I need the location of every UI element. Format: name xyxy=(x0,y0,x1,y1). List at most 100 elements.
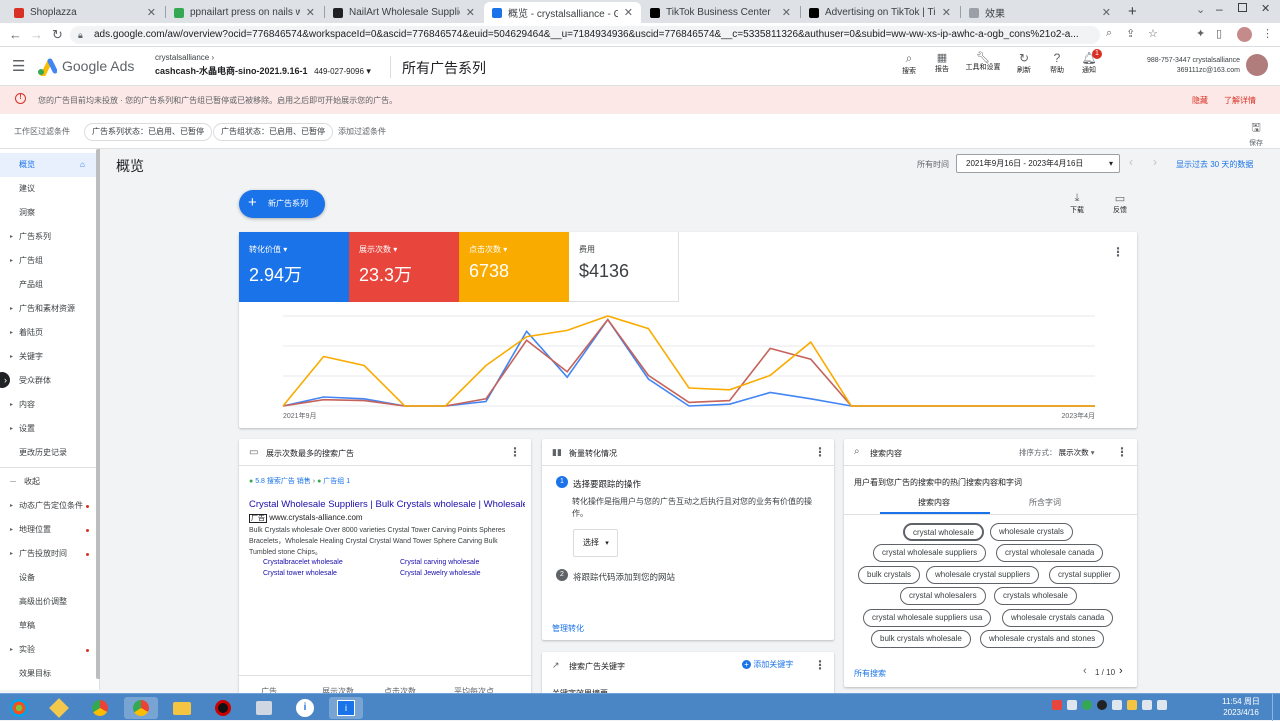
close-icon[interactable]: ✕ xyxy=(147,6,156,19)
ime-icon[interactable] xyxy=(1052,700,1062,710)
filter-chip-campaign-status[interactable]: 广告系列状态：已启用、已暂停 xyxy=(84,123,212,141)
side-panel-icon[interactable]: ▯ xyxy=(1216,27,1222,40)
close-icon[interactable]: ✕ xyxy=(942,6,951,19)
kpi-conversion-value[interactable]: 转化价值 ▾ 2.94万 xyxy=(239,232,349,302)
help-tool[interactable]: ? 帮助 xyxy=(1043,51,1071,75)
sidebar-item[interactable]: — 收起 xyxy=(0,470,96,494)
chevron-right-icon[interactable]: › xyxy=(1119,665,1123,677)
notifications-tool[interactable]: 🔔︎ 通知 1 xyxy=(1075,49,1103,75)
taskbar-app[interactable]: i xyxy=(329,697,363,719)
search-term-chip[interactable]: wholesale crystals and stones xyxy=(980,630,1105,648)
close-icon[interactable]: ✕ xyxy=(624,6,633,19)
start-button[interactable] xyxy=(2,697,36,719)
minimize-icon[interactable]: – xyxy=(1216,2,1223,16)
sidebar-item[interactable]: ▸ 内容 xyxy=(0,393,96,417)
show-desktop-button[interactable] xyxy=(1272,694,1280,721)
new-tab-icon[interactable]: + xyxy=(1128,3,1137,20)
clock[interactable]: 11:54 周日 2023/4/16 xyxy=(1218,696,1264,718)
select-action-dropdown[interactable]: 选择 ▾ xyxy=(573,529,618,557)
close-icon[interactable]: ✕ xyxy=(1102,6,1111,19)
all-searches-link[interactable]: 所有搜索 xyxy=(854,668,886,679)
account-switcher[interactable]: crystalsalliance › cashcash-水晶电商-sino-20… xyxy=(155,53,385,77)
last-30-days-link[interactable]: 显示过去 30 天的数据 xyxy=(1176,159,1253,170)
share-icon[interactable]: ⇪ xyxy=(1126,27,1135,40)
hamburger-menu-icon[interactable]: ☰ xyxy=(12,57,25,75)
sitelink[interactable]: Crystal carving wholesale xyxy=(400,559,479,566)
sidebar-item[interactable]: ▸ 广告组 xyxy=(0,249,96,273)
kpi-impressions[interactable]: 展示次数 ▾ 23.3万 xyxy=(349,232,459,302)
network-icon[interactable] xyxy=(1142,700,1152,710)
refresh-tool[interactable]: ↻ 刷新 xyxy=(1010,51,1038,75)
search-term-chip[interactable]: crystal wholesale suppliers xyxy=(873,544,987,562)
search-term-chip[interactable]: wholesale crystal suppliers xyxy=(926,566,1040,584)
download-button[interactable]: ⤓ 下载 xyxy=(1066,192,1088,215)
browser-menu-icon[interactable]: ⋮ xyxy=(1262,27,1273,40)
save-button[interactable]: 🖫︎ 保存 xyxy=(1245,119,1267,148)
add-keyword-button[interactable]: + 添加关键字 xyxy=(742,659,793,670)
browser-tab[interactable]: TikTok Business Center ✕ xyxy=(642,2,799,23)
chevron-left-icon[interactable]: ‹ xyxy=(1083,665,1087,677)
browser-tab[interactable]: ppnailart press on nails whole ✕ xyxy=(166,2,323,23)
taskbar-app[interactable] xyxy=(83,697,117,719)
close-icon[interactable]: ✕ xyxy=(782,6,791,19)
learn-more-link[interactable]: 了解详情 xyxy=(1224,95,1256,106)
sidebar-item[interactable]: ▸ 动态广告定位条件 xyxy=(0,494,96,518)
search-term-chip[interactable]: wholesale crystals canada xyxy=(1002,609,1114,627)
sidebar-item[interactable]: 更改历史记录 xyxy=(0,441,96,465)
add-filter-link[interactable]: 添加过滤条件 xyxy=(338,126,386,137)
tray-icon[interactable] xyxy=(1097,700,1107,710)
more-options-icon[interactable]: ⋮ xyxy=(1112,245,1124,259)
avatar[interactable] xyxy=(1246,54,1268,76)
taskbar-app[interactable]: i xyxy=(288,697,322,719)
tray-icon[interactable] xyxy=(1067,700,1077,710)
close-window-icon[interactable]: ✕ xyxy=(1261,2,1270,15)
taskbar-app[interactable] xyxy=(42,697,76,719)
reload-icon[interactable]: ↻ xyxy=(52,27,63,43)
zoom-icon[interactable]: ⌕ xyxy=(1106,27,1112,40)
more-options-icon[interactable]: ⋮ xyxy=(1116,445,1128,459)
sidebar-item[interactable]: ▸ 设置 xyxy=(0,417,96,441)
url-field[interactable]: 🔒︎ ads.google.com/aw/overview?ocid=77684… xyxy=(70,26,1100,44)
adgroup-link[interactable]: 广告组 1 xyxy=(323,478,350,485)
browser-tab[interactable]: Advertising on TikTok | TikTok ✕ xyxy=(801,2,959,23)
kpi-cost[interactable]: 费用 $4136 xyxy=(569,232,679,302)
bookmark-star-icon[interactable]: ☆ xyxy=(1148,27,1158,40)
search-term-chip[interactable]: crystals wholesale xyxy=(994,587,1077,605)
search-term-chip[interactable]: crystal supplier xyxy=(1049,566,1121,584)
user-info[interactable]: 988-757-3447 crystalsalliance 369111zc@1… xyxy=(1120,56,1240,76)
sidebar-item[interactable]: ▸ 实验 xyxy=(0,638,96,662)
sitelink[interactable]: Crystalbracelet wholesale xyxy=(263,559,343,566)
kpi-clicks[interactable]: 点击次数 ▾ 6738 xyxy=(459,232,569,302)
sidebar-item[interactable]: ▸ 广告和素材资源 xyxy=(0,297,96,321)
sidebar-item[interactable]: 高级出价调整 xyxy=(0,590,96,614)
chevron-right-icon[interactable]: › xyxy=(1153,155,1157,169)
taskbar-app-active[interactable] xyxy=(124,697,158,719)
back-icon[interactable]: ← xyxy=(9,27,22,42)
close-icon[interactable]: ✕ xyxy=(466,6,475,19)
sidebar-item[interactable]: 洞察 xyxy=(0,201,96,225)
sidebar-item[interactable]: 设备 xyxy=(0,566,96,590)
more-options-icon[interactable]: ⋮ xyxy=(509,445,521,459)
taskbar-app[interactable] xyxy=(206,697,240,719)
search-term-chip[interactable]: crystal wholesale xyxy=(903,523,984,541)
forward-icon[interactable]: → xyxy=(30,27,43,42)
volume-icon[interactable] xyxy=(1157,700,1167,710)
search-tool[interactable]: ⌕ 搜索 xyxy=(895,51,923,76)
profile-avatar[interactable] xyxy=(1237,27,1252,42)
sidebar-item[interactable]: 受众群体 xyxy=(0,369,96,393)
search-term-chip[interactable]: crystal wholesalers xyxy=(900,587,986,605)
search-term-chip[interactable]: wholesale crystals xyxy=(990,523,1073,541)
sidebar-item[interactable]: 草稿 xyxy=(0,614,96,638)
taskbar-app[interactable] xyxy=(165,697,199,719)
tools-settings[interactable]: 🔧︎ 工具和设置 xyxy=(965,51,1001,72)
browser-tab[interactable]: Shoplazza ✕ xyxy=(6,2,164,23)
chevron-left-icon[interactable]: ‹ xyxy=(1129,155,1133,169)
tab-search-terms[interactable]: 搜索内容 xyxy=(918,497,950,508)
extensions-icon[interactable]: ✦ xyxy=(1196,27,1205,40)
date-range-picker[interactable]: 2021年9月16日 - 2023年4月16日 ▾ xyxy=(956,154,1120,173)
search-term-chip[interactable]: crystal wholesale suppliers usa xyxy=(863,609,992,627)
tray-icon[interactable] xyxy=(1127,700,1137,710)
tab-words[interactable]: 所含字词 xyxy=(1029,497,1061,508)
sort-dropdown[interactable]: 排序方式： 展示次数 ▾ xyxy=(1019,447,1094,458)
close-icon[interactable]: ✕ xyxy=(306,6,315,19)
